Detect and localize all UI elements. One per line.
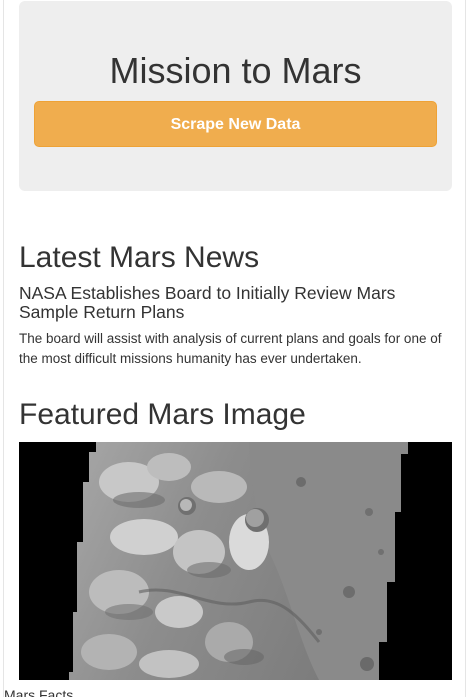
news-paragraph: The board will assist with analysis of c… xyxy=(19,331,442,366)
news-section-heading: Latest Mars News xyxy=(19,241,260,274)
scrape-new-data-button[interactable]: Scrape New Data xyxy=(34,101,437,147)
featured-image-heading: Featured Mars Image xyxy=(19,398,306,431)
mars-facts-heading: Mars Facts xyxy=(4,687,74,697)
featured-mars-image xyxy=(19,442,452,680)
news-title: NASA Establishes Board to Initially Revi… xyxy=(19,283,396,322)
page-title: Mission to Mars xyxy=(109,50,362,91)
header-jumbotron: Mission to Mars Scrape New Data xyxy=(19,1,452,191)
mars-surface-image xyxy=(19,442,452,680)
page-border-left xyxy=(3,0,4,697)
page-border-right xyxy=(465,0,466,697)
page: Mission to Mars Scrape New Data Latest M… xyxy=(0,0,469,697)
